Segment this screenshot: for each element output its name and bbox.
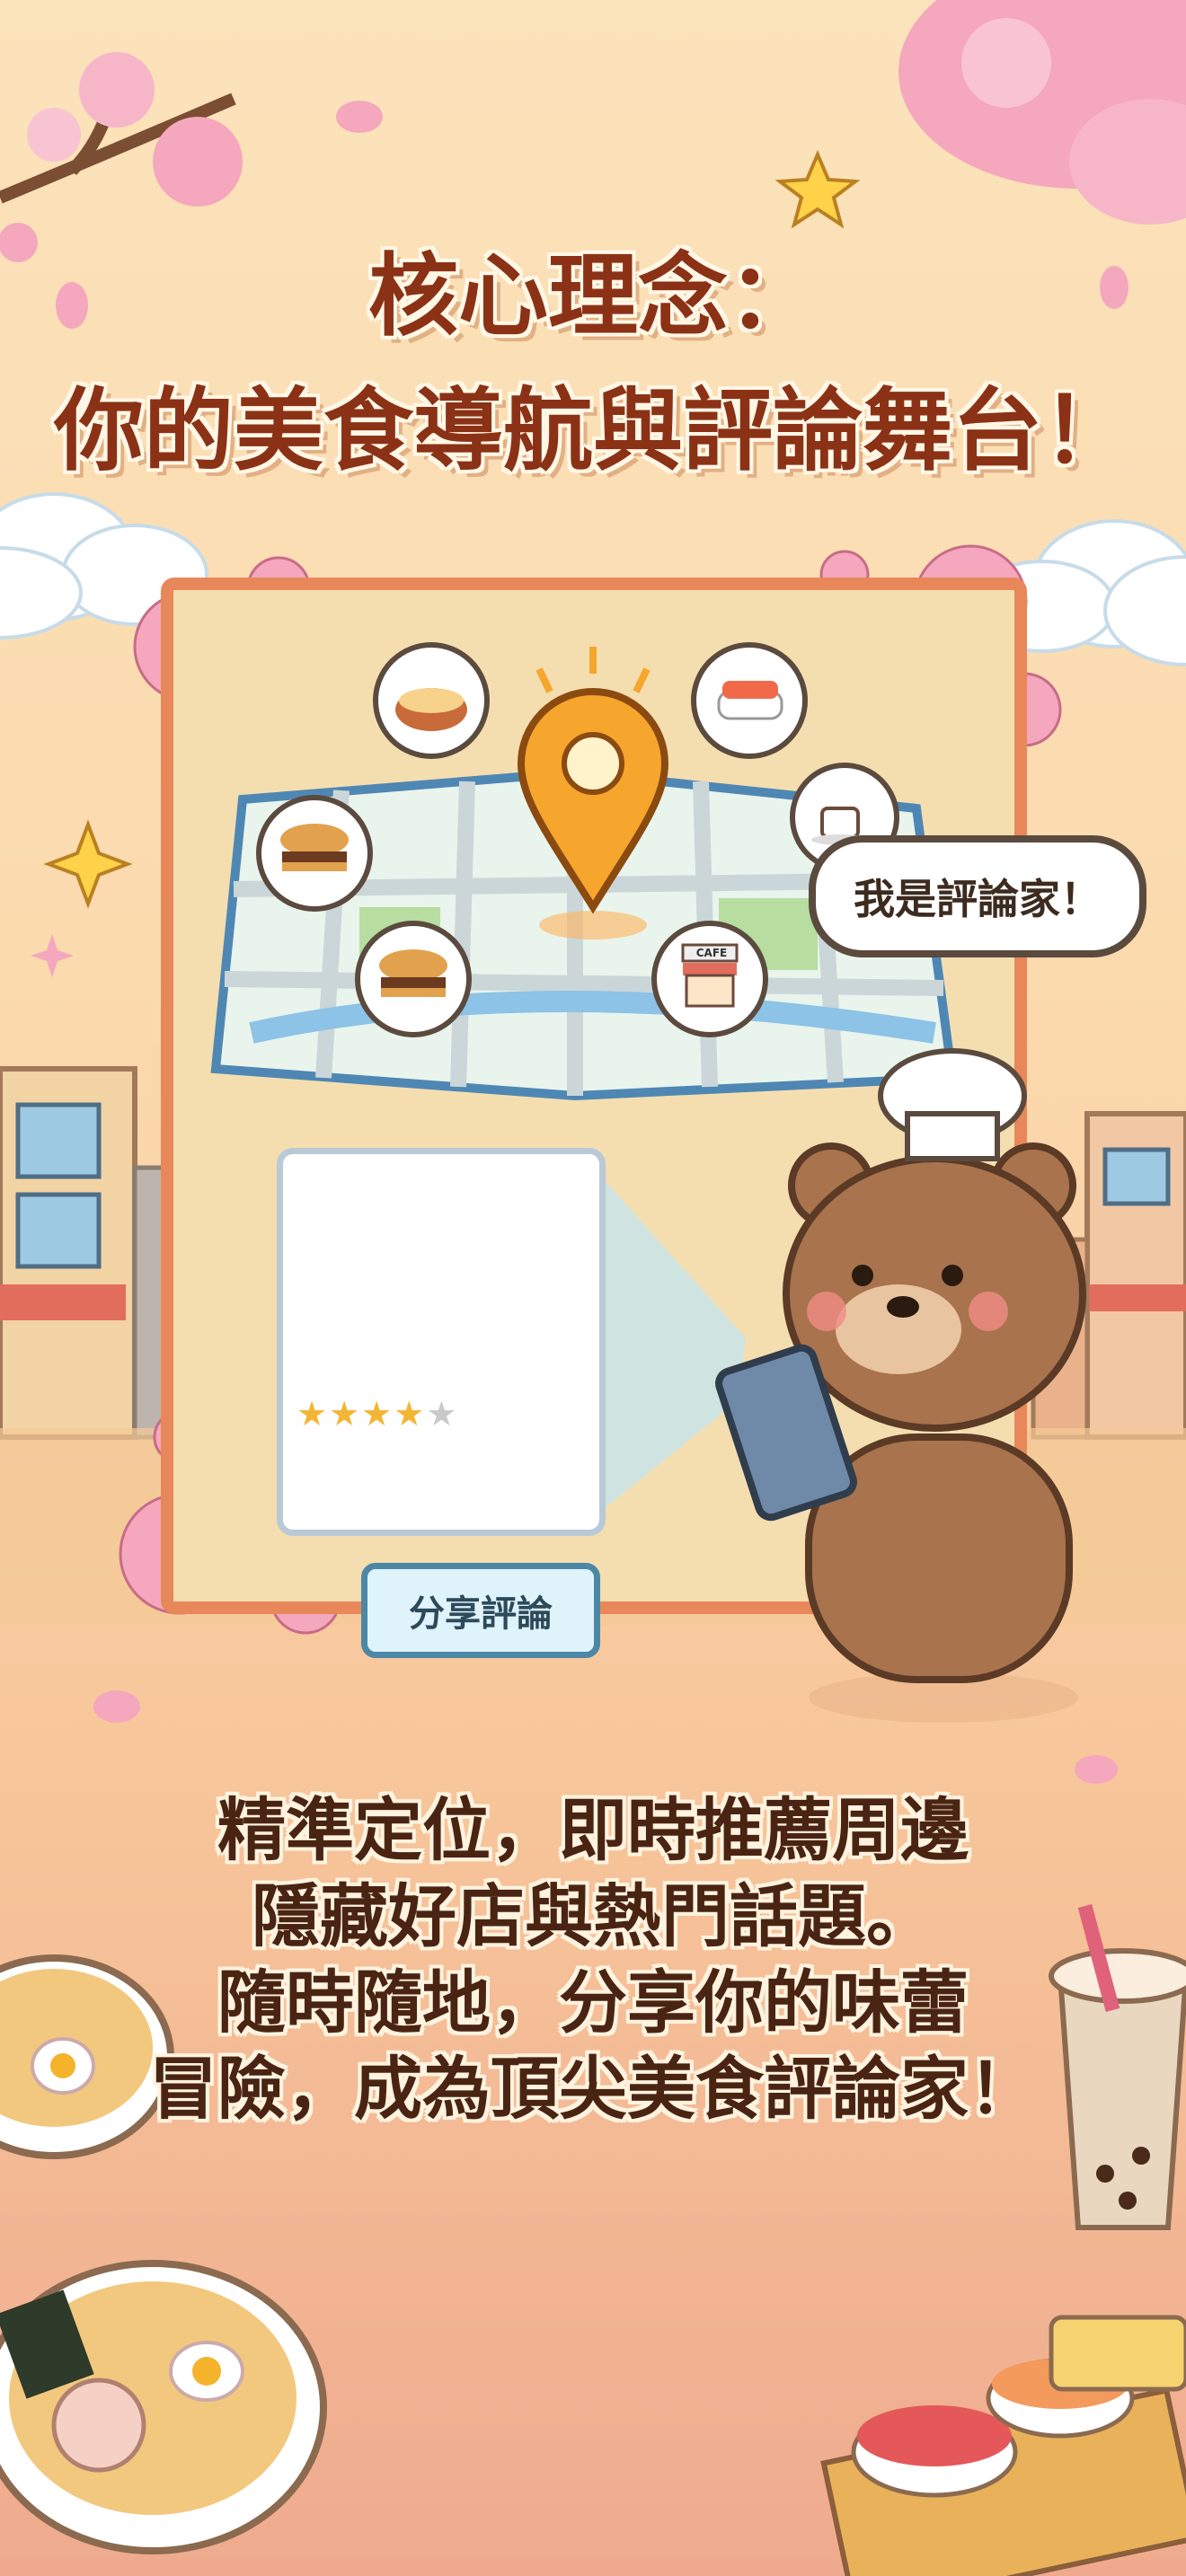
sushi-icon xyxy=(691,642,808,759)
cafe-sign-label: CAFE xyxy=(695,947,728,959)
burger-icon xyxy=(256,795,373,912)
star-icon: ★ xyxy=(296,1394,330,1434)
star-icon: ★ xyxy=(329,1394,362,1434)
star-icon: ★ xyxy=(361,1394,394,1434)
sparkle-icon xyxy=(31,934,74,977)
sparkle-icon xyxy=(43,819,133,909)
star-icon xyxy=(774,149,861,229)
body-line-1: 精準定位，即時推薦周邊 xyxy=(217,1790,969,1870)
sakura-icon xyxy=(93,1690,140,1723)
bear-chef-icon xyxy=(783,1048,1086,1723)
burger-icon xyxy=(355,921,472,1037)
sushi-icon xyxy=(820,2315,1186,2576)
title-line-2: 你的美食導航與評論舞台！ xyxy=(54,378,1132,483)
body-line-3: 隨時隨地，分享你的味蕾 xyxy=(217,1963,969,2042)
body-line-4: 冒險，成為頂尖美食評論家！ xyxy=(149,2049,1037,2129)
sakura-icon xyxy=(336,101,383,133)
star-icon: ★ xyxy=(394,1394,427,1434)
ramen-icon xyxy=(373,642,490,759)
sakura-tree-right-icon xyxy=(898,0,1186,225)
body-line-2: 隱藏好店與熱門話題。 xyxy=(252,1876,934,1956)
body-copy: 精準定位，即時推薦周邊 隱藏好店與熱門話題。 隨時隨地，分享你的味蕾 冒險，成為… xyxy=(0,1787,1186,2132)
review-card xyxy=(277,1148,606,1536)
building-left-icon xyxy=(0,1066,182,1440)
cafe-icon xyxy=(651,921,768,1037)
sakura-icon xyxy=(1075,1755,1118,1784)
critic-speech-bubble: 我是評論家！ xyxy=(809,835,1146,957)
rating-stars: ★★★★★ xyxy=(296,1394,458,1434)
share-review-tag: 分享評論 xyxy=(361,1563,600,1658)
star-icon: ★ xyxy=(426,1394,459,1434)
title-line-1: 核心理念： xyxy=(368,243,818,348)
ramen-icon xyxy=(0,2260,327,2554)
